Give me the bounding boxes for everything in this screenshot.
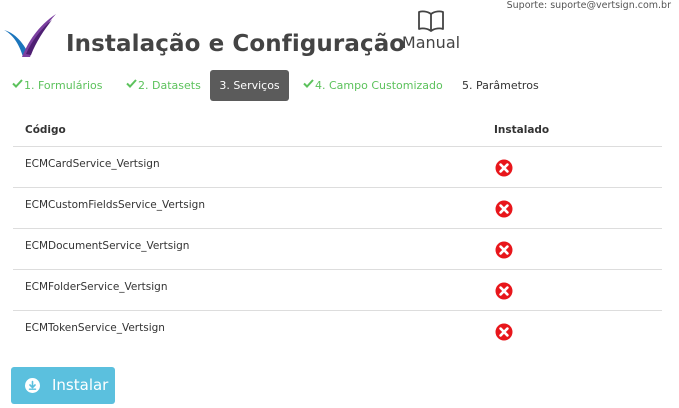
wizard-steps: 1. Formulários 2. Datasets 3. Serviços 4…	[0, 70, 679, 101]
step-parametros[interactable]: 5. Parâmetros	[462, 70, 539, 101]
step-label: 4. Campo Customizado	[315, 79, 443, 92]
service-code: ECMFolderService_Vertsign	[25, 281, 168, 293]
check-icon	[12, 79, 23, 88]
manual-label: Manual	[401, 33, 461, 52]
step-label: 1. Formulários	[24, 79, 103, 92]
table-header: Código Instalado	[13, 116, 662, 147]
install-button[interactable]: Instalar	[11, 367, 115, 404]
step-formularios[interactable]: 1. Formulários	[12, 70, 103, 101]
close-circle-icon	[495, 200, 513, 218]
book-icon	[418, 10, 444, 32]
service-code: ECMCustomFieldsService_Vertsign	[25, 199, 205, 211]
service-code: ECMTokenService_Vertsign	[25, 322, 165, 334]
download-circle-icon	[25, 378, 40, 393]
support-contact: Suporte: suporte@vertsign.com.br	[506, 0, 671, 11]
column-header-code: Código	[25, 124, 66, 136]
vertsign-logo	[4, 14, 56, 57]
step-campo-customizado[interactable]: 4. Campo Customizado	[303, 70, 443, 101]
close-circle-icon	[495, 159, 513, 177]
install-button-label: Instalar	[52, 376, 109, 394]
service-code: ECMDocumentService_Vertsign	[25, 240, 190, 252]
table-row: ECMCardService_Vertsign	[13, 147, 662, 188]
page-title: Instalação e Configuração	[66, 31, 406, 57]
manual-link[interactable]: Manual	[398, 10, 464, 52]
step-label: 3. Serviços	[219, 79, 280, 92]
table-row: ECMTokenService_Vertsign	[13, 311, 662, 351]
close-circle-icon	[495, 282, 513, 300]
table-row: ECMDocumentService_Vertsign	[13, 229, 662, 270]
table-row: ECMCustomFieldsService_Vertsign	[13, 188, 662, 229]
close-circle-icon	[495, 241, 513, 259]
services-table: Código Instalado ECMCardService_Vertsign…	[13, 116, 662, 351]
check-icon	[126, 79, 137, 88]
step-label: 2. Datasets	[138, 79, 201, 92]
service-code: ECMCardService_Vertsign	[25, 158, 160, 170]
column-header-installed: Instalado	[494, 124, 550, 136]
close-circle-icon	[495, 323, 513, 341]
check-icon	[303, 79, 314, 88]
table-row: ECMFolderService_Vertsign	[13, 270, 662, 311]
step-datasets[interactable]: 2. Datasets	[126, 70, 201, 101]
step-servicos[interactable]: 3. Serviços	[210, 70, 289, 101]
step-label: 5. Parâmetros	[462, 79, 539, 92]
